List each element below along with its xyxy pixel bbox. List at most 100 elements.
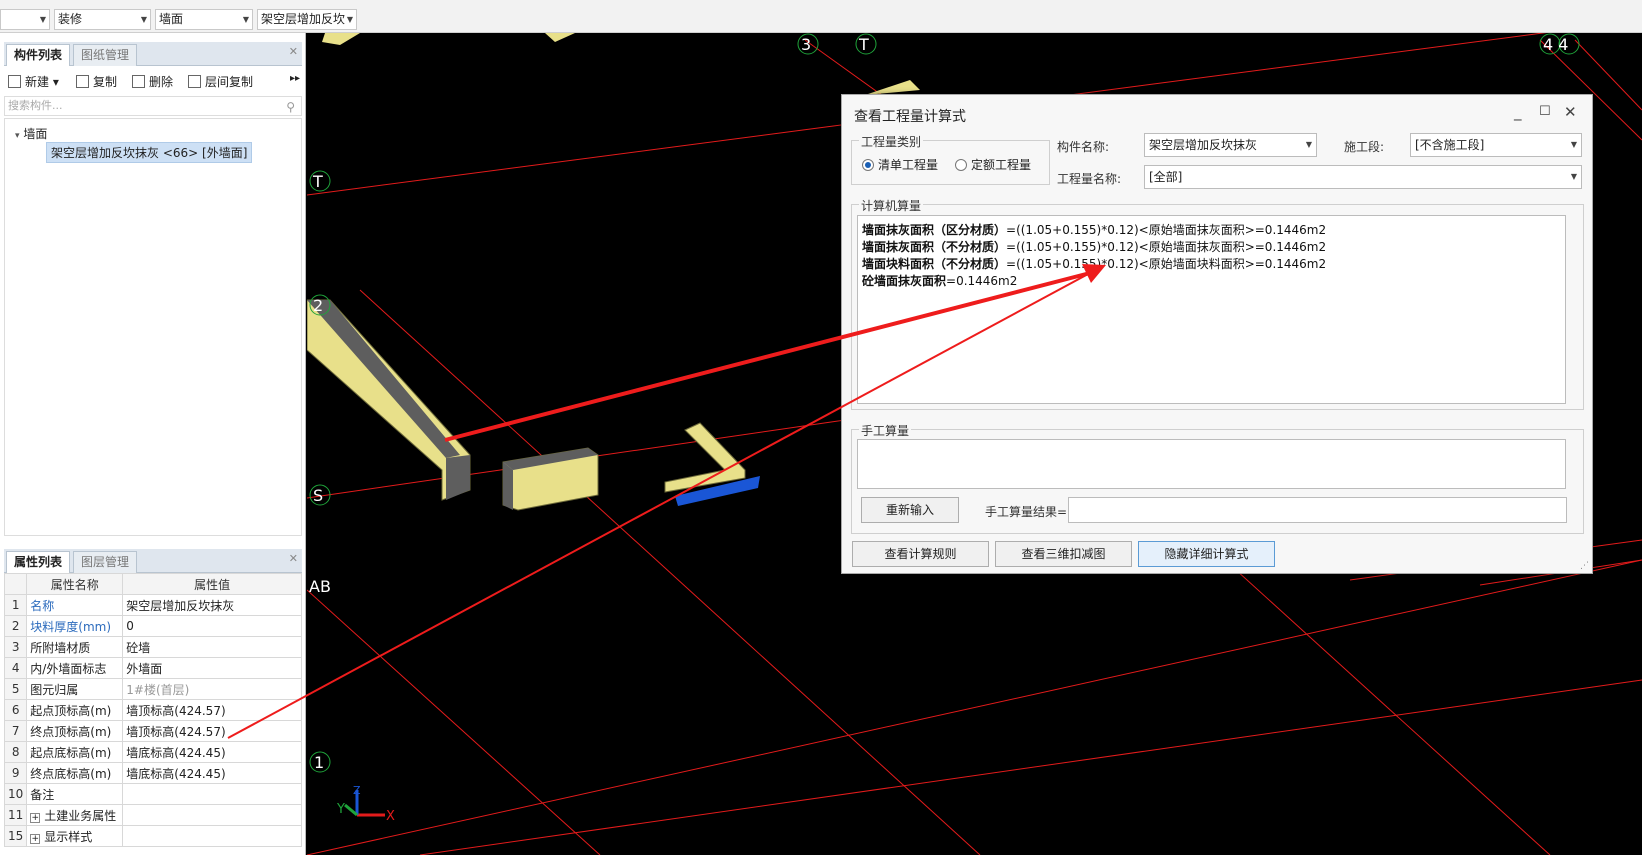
axis-label-s: S [313,486,323,505]
prop-value[interactable]: 架空层增加反坎抹灰 [122,594,302,616]
prop-value[interactable] [122,783,302,805]
wall-corner[interactable] [664,422,746,493]
radio-bill-label: 清单工程量 [878,158,939,172]
table-row[interactable]: 6 起点顶标高(m) 墙顶标高(424.57) [3,699,302,721]
computer-calc-label: 计算机算量 [859,197,924,214]
tab-layer-manage[interactable]: 图层管理 [73,551,138,573]
prop-name: 显示样式 [44,829,93,844]
table-row[interactable]: 1 名称 架空层增加反坎抹灰 [3,594,302,616]
prop-value[interactable]: 1#楼(首层) [122,678,302,700]
new-button[interactable]: 新建 ▾ [8,73,59,90]
view-3d-deduction-button[interactable]: 查看三维扣减图 [995,541,1132,567]
manual-calc-input[interactable] [857,439,1566,489]
table-row[interactable]: 15 + 显示样式 [3,825,302,847]
table-row[interactable]: 4 内/外墙面标志 外墙面 [3,657,302,679]
calc-line: 墙面抹灰面积（区分材质）=((1.05+0.155)*0.12)<原始墙面抹灰面… [862,222,1561,239]
table-row[interactable]: 11 + 土建业务属性 [3,804,302,826]
table-row[interactable]: 5 图元归属 1#楼(首层) [3,678,302,700]
resize-grip-icon[interactable]: ⋰ [1580,561,1589,571]
component-select[interactable]: 架空层增加反坎 ▼ [257,9,357,30]
radio-bill-qty[interactable]: 清单工程量 [862,156,938,173]
stage-select[interactable]: [不含施工段] ▼ [1410,133,1582,157]
radio-quota-qty[interactable]: 定额工程量 [955,156,1031,173]
reenter-button[interactable]: 重新输入 [861,497,959,523]
prop-value [122,825,302,847]
radio-icon [955,159,967,171]
view-rules-button[interactable]: 查看计算规则 [852,541,989,567]
close-icon[interactable]: ✕ [289,45,298,58]
table-row[interactable]: 9 终点底标高(m) 墙底标高(424.45) [3,762,302,784]
row-index: 8 [3,741,28,763]
tab-property-list[interactable]: 属性列表 [6,551,71,573]
close-icon[interactable]: ✕ [289,552,298,565]
component-name-value: 架空层增加反坎抹灰 [1149,138,1258,152]
floor-copy-button[interactable]: 层间复制 [188,73,253,90]
expand-plus-icon[interactable]: + [30,812,41,823]
prop-value[interactable]: 墙顶标高(424.57) [122,699,302,721]
chevron-down-icon: ▼ [1570,172,1577,181]
manual-result-input[interactable] [1068,497,1567,523]
prop-value[interactable]: 砼墙 [122,636,302,658]
tree-root-label: 墙面 [23,127,48,141]
grid-line [1224,559,1551,855]
tab-drawing-manage[interactable]: 图纸管理 [73,44,138,66]
property-tabs: 属性列表 图层管理 ✕ [4,549,302,573]
prop-group[interactable]: + 土建业务属性 [26,804,124,826]
calc-item-formula: =((1.05+0.155)*0.12)<原始墙面块料面积>=0.1446m2 [1006,257,1327,271]
grid-line [307,559,1642,855]
table-row[interactable]: 8 起点底标高(m) 墙底标高(424.45) [3,741,302,763]
table-row[interactable]: 2 块料厚度(mm) 0 [3,615,302,637]
close-icon[interactable]: ✕ [1564,103,1577,121]
category-select[interactable]: 装修 ▼ [54,9,151,30]
more-icon[interactable]: ▸▸ [290,73,300,84]
copy-button[interactable]: 复制 [76,73,117,90]
component-name-select[interactable]: 架空层增加反坎抹灰 ▼ [1144,133,1317,157]
prop-value[interactable]: 外墙面 [122,657,302,679]
delete-label: 删除 [149,75,174,89]
prop-name: 起点顶标高(m) [26,699,124,721]
type-select[interactable]: 墙面 ▼ [155,9,253,30]
delete-button[interactable]: 删除 [132,73,173,90]
chevron-down-icon: ▼ [1305,140,1312,149]
prop-value[interactable]: 0 [122,615,302,637]
calc-item-name: 墙面抹灰面积（区分材质） [862,223,1007,237]
radio-selected-icon [862,159,874,171]
calc-formula-text[interactable]: 墙面抹灰面积（区分材质）=((1.05+0.155)*0.12)<原始墙面抹灰面… [857,215,1566,404]
qty-name-label: 工程量名称: [1057,172,1122,186]
radio-quota-label: 定额工程量 [971,158,1032,172]
tree-item-selected[interactable]: 架空层增加反坎抹灰 <66> [外墙面] [46,142,253,163]
prop-name: 所附墙材质 [26,636,124,658]
stage-value: [不含施工段] [1415,138,1485,152]
prop-group[interactable]: + 显示样式 [26,825,124,847]
component-select-value: 架空层增加反坎 [261,12,346,26]
prop-value[interactable]: 墙底标高(424.45) [122,741,302,763]
hide-detail-button[interactable]: 隐藏详细计算式 [1138,541,1275,567]
grid-line [307,589,601,855]
prop-name: 图元归属 [26,678,124,700]
calc-item-formula: =0.1446m2 [946,274,1018,288]
expand-icon[interactable]: ▾ [15,131,20,141]
minimize-icon[interactable]: _ [1514,103,1522,121]
calc-item-formula: =((1.05+0.155)*0.12)<原始墙面抹灰面积>=0.1446m2 [1006,223,1327,237]
search-icon: ⚲ [286,100,295,114]
tab-component-list[interactable]: 构件列表 [6,44,71,66]
floor-select[interactable]: ▼ [0,9,50,30]
table-row[interactable]: 3 所附墙材质 砼墙 [3,636,302,658]
row-index: 15 [3,825,28,847]
row-index: 9 [3,762,28,784]
table-row[interactable]: 10 备注 [3,783,302,805]
calc-line: 墙面抹灰面积（不分材质）=((1.05+0.155)*0.12)<原始墙面抹灰面… [862,239,1561,256]
component-name-label: 构件名称: [1057,140,1110,154]
qty-name-select[interactable]: [全部] ▼ [1144,165,1582,189]
prop-value[interactable]: 墙顶标高(424.57) [122,720,302,742]
prop-name: 块料厚度(mm) [26,615,124,637]
row-index: 3 [3,636,28,658]
search-input[interactable]: 搜索构件... ⚲ [4,96,302,116]
chevron-down-icon: ▼ [140,15,147,24]
wall-long[interactable] [307,299,471,501]
tree-root[interactable]: ▾ 墙面 [15,125,47,142]
prop-value[interactable]: 墙底标高(424.45) [122,762,302,784]
expand-plus-icon[interactable]: + [30,833,41,844]
table-row[interactable]: 7 终点顶标高(m) 墙顶标高(424.57) [3,720,302,742]
maximize-icon[interactable]: ☐ [1539,104,1551,119]
